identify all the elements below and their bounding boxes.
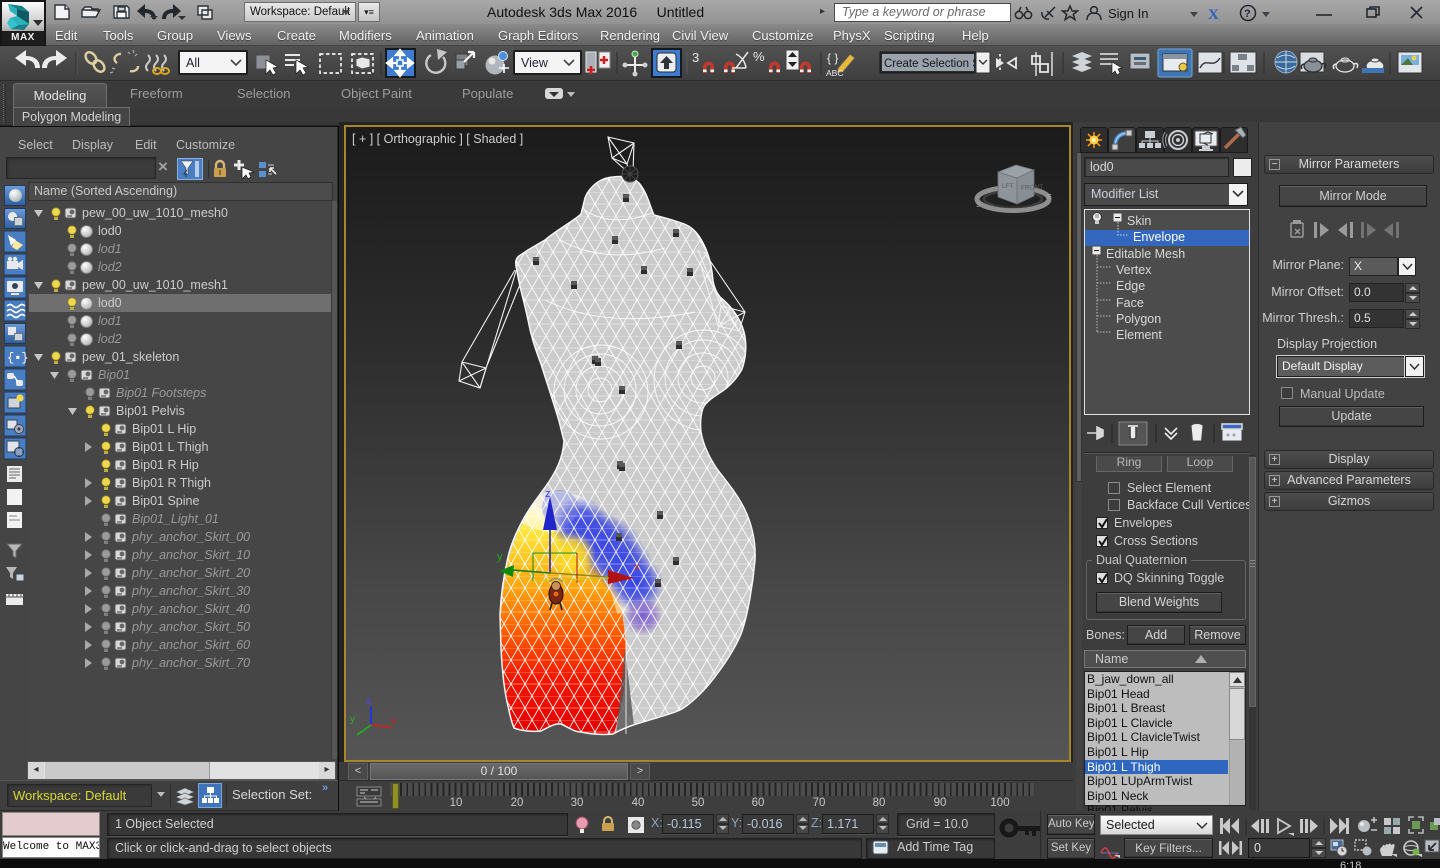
svg-text:z: z — [366, 696, 371, 707]
svg-text:{ }: { } — [827, 51, 838, 65]
svg-text:y: y — [350, 714, 355, 725]
svg-text:Sign In: Sign In — [1108, 6, 1148, 21]
svg-text:ABC: ABC — [826, 68, 843, 78]
svg-text:x: x — [634, 561, 640, 573]
svg-text:X: X — [1208, 7, 1219, 23]
svg-text:z: z — [545, 488, 551, 500]
svg-text:{▪}: {▪} — [7, 351, 29, 365]
svg-text:y: y — [497, 551, 503, 563]
svg-text:S: S — [976, 202, 981, 209]
svg-text:?: ? — [1244, 8, 1251, 20]
svg-text:FRONT: FRONT — [1021, 184, 1044, 192]
svg-text:%: % — [753, 49, 765, 64]
svg-text:All: All — [186, 56, 200, 70]
svg-text:Create Selection Se: Create Selection Se — [884, 58, 986, 70]
svg-text:View: View — [521, 56, 549, 70]
svg-text:3: 3 — [692, 50, 699, 65]
svg-text:E: E — [1047, 194, 1052, 201]
svg-text:LFT: LFT — [1002, 183, 1014, 190]
svg-text:x: x — [391, 716, 396, 727]
